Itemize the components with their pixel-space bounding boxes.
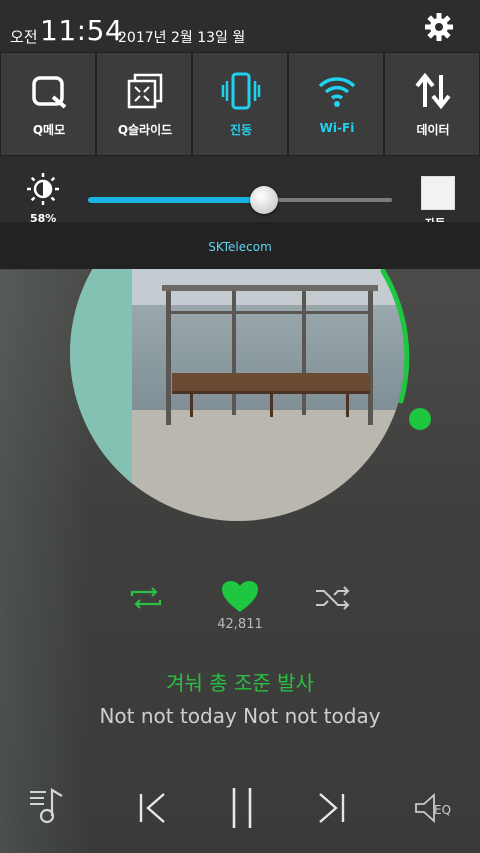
vibrate-icon — [221, 72, 261, 110]
tile-qslide[interactable]: Q슬라이드 — [96, 52, 192, 156]
qslide-icon — [127, 73, 163, 109]
auto-brightness-checkbox[interactable] — [421, 176, 455, 210]
date-label: 2017년 2월 13일 월 — [118, 30, 246, 46]
status-bar: 오전 11:54 2017년 2월 13일 월 — [0, 0, 480, 52]
heart-like-icon[interactable] — [221, 580, 259, 614]
tile-wifi[interactable]: Wi-Fi — [288, 52, 384, 156]
carrier-label: SKTelecom — [208, 240, 272, 254]
tile-wifi-label: Wi-Fi — [319, 121, 355, 135]
settings-gear-icon[interactable] — [424, 12, 454, 42]
progress-handle[interactable] — [409, 408, 431, 430]
ampm-label: 오전 — [10, 28, 38, 46]
repeat-icon[interactable] — [128, 584, 164, 612]
next-track-icon[interactable] — [316, 792, 346, 824]
tile-qslide-label: Q슬라이드 — [117, 123, 173, 137]
brightness-panel: 58% 자동 — [0, 160, 480, 230]
previous-track-icon[interactable] — [138, 792, 168, 824]
shuffle-icon[interactable] — [314, 585, 352, 611]
like-count: 42,811 — [217, 617, 263, 632]
equalizer-icon[interactable]: EQ — [414, 792, 456, 824]
pause-icon[interactable] — [230, 786, 254, 830]
brightness-fill — [88, 197, 264, 203]
brightness-slider-thumb[interactable] — [250, 186, 278, 214]
tile-qmemo[interactable]: Q메모 — [0, 52, 96, 156]
tile-data[interactable]: 데이터 — [384, 52, 480, 156]
carrier-bar: SKTelecom — [0, 222, 480, 269]
wifi-icon — [318, 77, 356, 107]
brightness-icon[interactable] — [26, 172, 60, 206]
current-lyric: 겨눠 총 조준 발사 — [166, 671, 314, 695]
qmemo-icon — [32, 76, 67, 109]
quick-settings: Q메모 Q슬라이드 진동 Wi-Fi 데이터 — [0, 52, 480, 160]
clock: 11:54 — [40, 14, 124, 47]
data-icon — [415, 72, 451, 110]
svg-text:EQ: EQ — [434, 803, 451, 817]
tile-qmemo-label: Q메모 — [32, 123, 66, 137]
tile-vibrate[interactable]: 진동 — [192, 52, 288, 156]
playlist-icon[interactable] — [28, 786, 68, 826]
next-lyric: Not not today Not not today — [99, 704, 381, 728]
tile-data-label: 데이터 — [416, 123, 450, 137]
tile-vibrate-label: 진동 — [229, 123, 253, 137]
